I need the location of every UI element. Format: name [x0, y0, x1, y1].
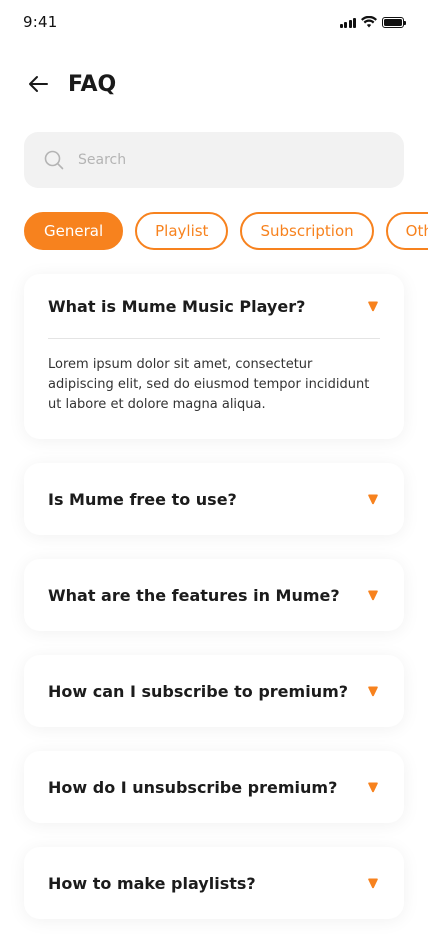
faq-question: How do I unsubscribe premium?: [48, 777, 338, 797]
faq-question-row[interactable]: How can I subscribe to premium?: [48, 655, 380, 727]
faq-question: Is Mume free to use?: [48, 489, 237, 509]
faq-question: How to make playlists?: [48, 873, 256, 893]
faq-question-row[interactable]: What are the features in Mume?: [48, 559, 380, 631]
faq-item: What is Mume Music Player? Lorem ipsum d…: [24, 274, 404, 439]
wifi-icon: [361, 16, 377, 28]
faq-question: How can I subscribe to premium?: [48, 681, 349, 701]
faq-item: What are the features in Mume?: [24, 559, 404, 631]
caret-down-icon: [366, 492, 380, 506]
faq-item: Is Mume free to use?: [24, 463, 404, 535]
tab-playlist[interactable]: Playlist: [135, 212, 229, 250]
search-bar[interactable]: [24, 132, 404, 188]
caret-down-icon: [366, 588, 380, 602]
status-icons: [339, 16, 406, 28]
faq-answer: Lorem ipsum dolor sit amet, consectetur …: [48, 357, 370, 412]
tab-subscription[interactable]: Subscription: [240, 212, 374, 250]
status-time: 9:41: [23, 13, 58, 31]
arrow-left-icon: [29, 76, 48, 92]
battery-icon: [382, 16, 406, 28]
faq-item: How do I unsubscribe premium?: [24, 751, 404, 823]
caret-down-icon: [366, 299, 380, 313]
faq-question-row[interactable]: Is Mume free to use?: [48, 463, 380, 535]
page-title: FAQ: [68, 71, 117, 97]
faq-question-row[interactable]: What is Mume Music Player?: [48, 274, 380, 339]
faq-question: What are the features in Mume?: [48, 585, 340, 605]
tab-label: Playlist: [155, 222, 209, 240]
status-bar: 9:41: [0, 0, 428, 44]
faq-question-row[interactable]: How do I unsubscribe premium?: [48, 751, 380, 823]
tab-label: Subscription: [260, 222, 354, 240]
caret-down-icon: [366, 684, 380, 698]
header: FAQ: [24, 66, 404, 102]
tab-others[interactable]: Others: [385, 212, 428, 250]
search-input[interactable]: [76, 151, 380, 169]
tab-label: Others: [405, 222, 428, 240]
faq-question-row[interactable]: How to make playlists?: [48, 847, 380, 919]
back-button[interactable]: [24, 70, 52, 98]
category-tabs: General Playlist Subscription Others: [24, 212, 428, 250]
cellular-signal-icon: [339, 17, 356, 28]
tab-label: General: [44, 222, 104, 240]
faq-question: What is Mume Music Player?: [48, 296, 306, 316]
tab-general[interactable]: General: [24, 212, 124, 250]
faq-item: How can I subscribe to premium?: [24, 655, 404, 727]
faq-list: What is Mume Music Player? Lorem ipsum d…: [24, 274, 404, 943]
search-icon: [44, 150, 64, 170]
faq-item: How to make playlists?: [24, 847, 404, 919]
caret-down-icon: [366, 780, 380, 794]
caret-down-icon: [366, 876, 380, 890]
